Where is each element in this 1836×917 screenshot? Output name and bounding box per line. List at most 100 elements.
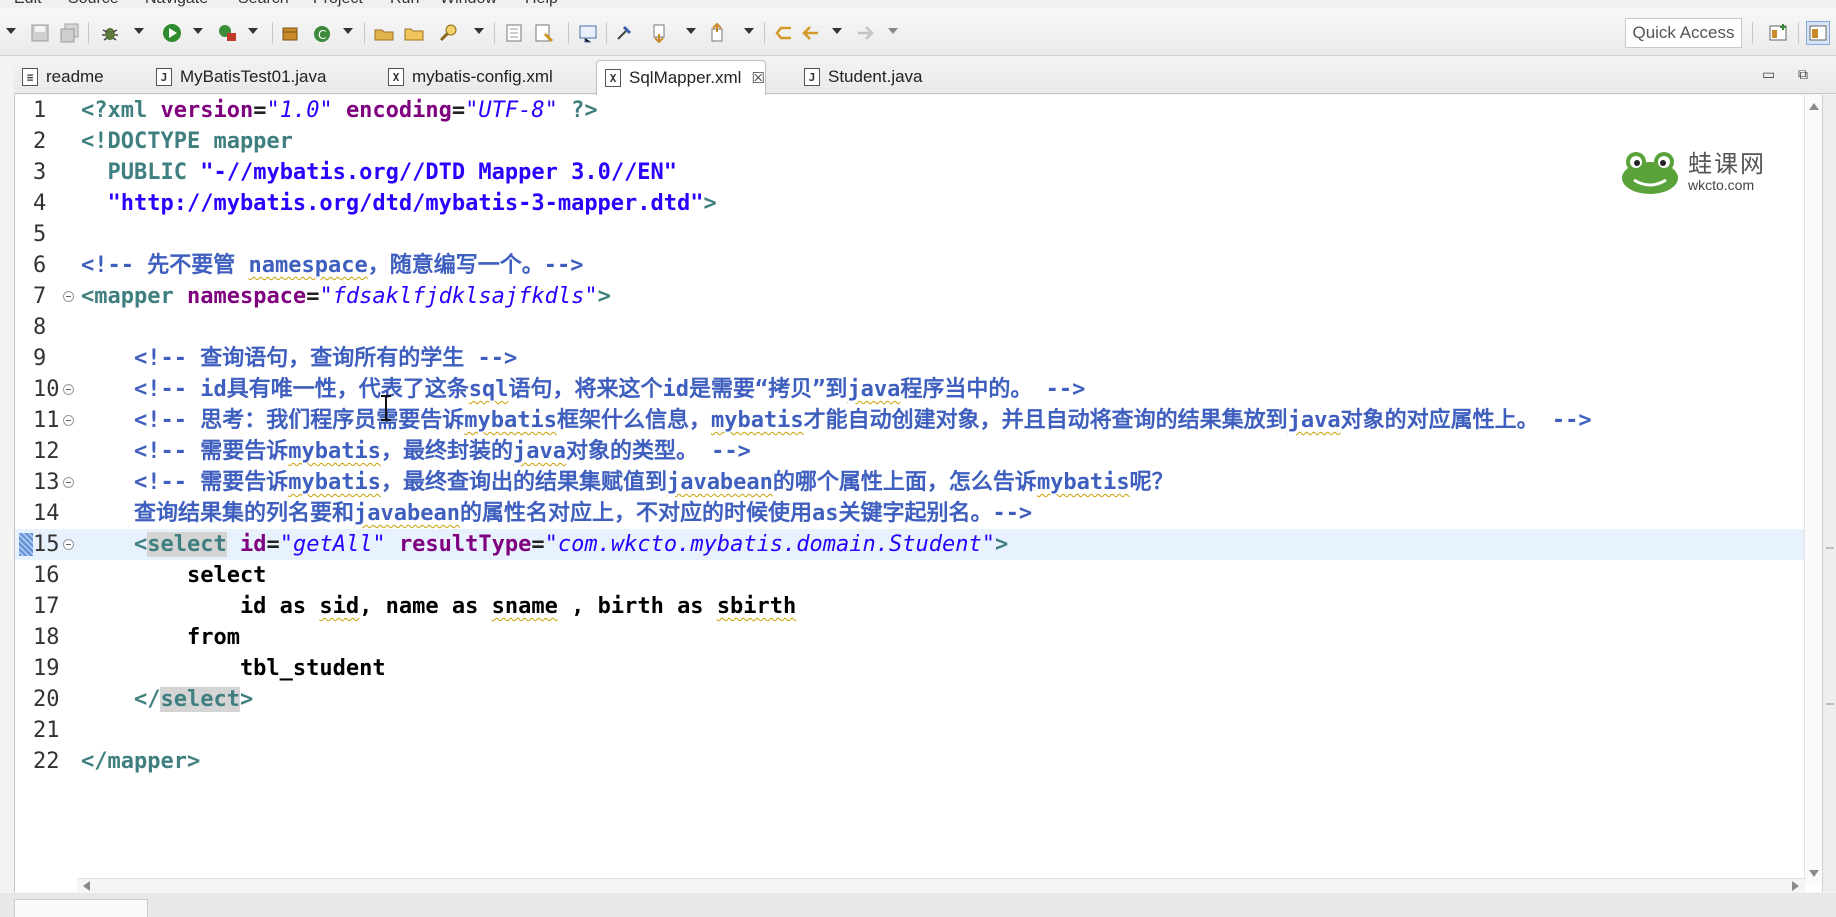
code-text: from [81,625,240,650]
tab-label: readme [46,67,104,86]
code-line: 17 id as sid, name as sname , birth as s… [15,591,1805,622]
code-line: 2 <!DOCTYPE mapper [15,126,1805,157]
code-line: 1 <?xml version="1.0" encoding="UTF-8" ?… [15,95,1805,126]
scroll-left-icon[interactable] [83,881,90,891]
forward-arrow-icon[interactable] [854,21,878,45]
overview-ruler[interactable] [1822,95,1836,892]
line-number: 14 [33,501,60,526]
forward-dropdown-icon[interactable] [888,28,898,34]
maximize-editor-icon[interactable]: ⧉ [1798,66,1808,83]
back-arrow-icon[interactable] [798,21,822,45]
code-line: 9 <!-- 查询语句，查询所有的学生 --> [15,343,1805,374]
previous-annotation-dropdown-icon[interactable] [744,28,754,34]
line-number: 8 [33,315,47,340]
tab-mybatistest01-java[interactable]: J MyBatisTest01.java [148,60,326,94]
new-java-class-dropdown-icon[interactable] [343,28,353,34]
text-cursor-icon [381,395,391,421]
tab-mybatis-config-xml[interactable]: X mybatis-config.xml [380,60,553,94]
menu-source[interactable]: Source [68,0,119,8]
toggle-breadcrumb-icon[interactable] [502,21,526,45]
code-line: 6 <!-- 先不要管 namespace，随意编写一个。--> [15,250,1805,281]
save-icon[interactable] [28,21,52,45]
tab-student-java[interactable]: J Student.java [796,60,923,94]
new-dropdown-icon[interactable] [6,28,16,34]
line-number: 20 [33,687,60,712]
code-line: 3 PUBLIC "-//mybatis.org//DTD Mapper 3.0… [15,157,1805,188]
fold-toggle-icon[interactable] [63,539,74,550]
line-number: 18 [33,625,60,650]
toggle-mark-occurrences-icon[interactable] [532,21,556,45]
next-annotation-dropdown-icon[interactable] [686,28,696,34]
code-text: </mapper> [81,749,201,774]
code-line: 18 from [15,622,1805,653]
debug-icon[interactable] [98,21,122,45]
previous-annotation-icon[interactable] [706,21,730,45]
line-number: 21 [33,718,60,743]
external-tools-dropdown-icon[interactable] [248,28,258,34]
java-ee-perspective-icon[interactable] [1806,21,1830,45]
next-annotation-icon[interactable] [648,21,672,45]
menu-edit[interactable]: Edit [14,0,42,8]
pin-editor-icon[interactable] [612,21,636,45]
line-number: 4 [33,191,47,216]
fold-toggle-icon[interactable] [63,477,74,488]
menu-navigate[interactable]: Navigate [145,0,208,8]
code-text: <!-- id具有唯一性，代表了这条sql语句，将来这个id是需要“拷贝”到ja… [81,377,1086,402]
code-line: 8 [15,312,1805,343]
last-edit-location-icon[interactable] [772,21,796,45]
java-file-icon: J [804,68,820,86]
code-text: <!-- 先不要管 namespace，随意编写一个。--> [81,253,584,278]
line-number: 9 [33,346,47,371]
scroll-up-icon[interactable] [1809,103,1819,110]
search-dropdown-icon[interactable] [474,28,484,34]
code-text: </select> [133,687,254,712]
open-perspective-icon[interactable] [1766,21,1790,45]
menu-help[interactable]: Help [525,0,558,8]
menu-project[interactable]: Project [313,0,363,8]
open-type-icon[interactable] [372,21,396,45]
tab-label: mybatis-config.xml [412,67,553,86]
code-text: tbl_student [81,656,386,681]
watermark-chinese: 蛙课网 [1688,150,1766,178]
bottom-tab[interactable] [14,899,148,917]
menu-run[interactable]: Run [390,0,419,8]
search-flashlight-icon[interactable] [436,21,460,45]
line-number: 5 [33,222,47,247]
code-text: <!DOCTYPE mapper [81,129,293,154]
external-tools-icon[interactable] [215,21,239,45]
open-folder-icon[interactable] [402,21,426,45]
new-java-package-icon[interactable] [278,21,302,45]
new-java-class-icon[interactable]: C [310,21,334,45]
menu-search[interactable]: Search [238,0,289,8]
code-line: 10 <!-- id具有唯一性，代表了这条sql语句，将来这个id是需要“拷贝”… [15,374,1805,405]
line-number: 22 [33,749,60,774]
code-line: 14 查询结果集的列名要和javabean的属性名对应上，不对应的时候使用as关… [15,498,1805,529]
line-number: 12 [33,439,60,464]
scroll-right-icon[interactable] [1792,881,1799,891]
run-dropdown-icon[interactable] [193,28,203,34]
scroll-down-icon[interactable] [1809,870,1819,877]
close-tab-icon[interactable]: ☒ [751,69,764,87]
menu-window[interactable]: Window [440,0,497,8]
vertical-scrollbar[interactable] [1804,95,1822,885]
horizontal-scrollbar[interactable] [77,878,1805,892]
code-line: 21 [15,715,1805,746]
minimize-editor-icon[interactable]: ▭ [1762,66,1775,83]
tab-readme[interactable]: ≡ readme [14,60,104,94]
code-line: 7 <mapper namespace="fdsaklfjdklsajfkdls… [15,281,1805,312]
xml-file-icon: X [388,68,404,86]
line-number: 17 [33,594,60,619]
code-text: <mapper namespace="fdsaklfjdklsajfkdls"> [81,284,611,309]
save-all-icon[interactable] [58,21,82,45]
fold-toggle-icon[interactable] [63,384,74,395]
back-dropdown-icon[interactable] [832,28,842,34]
quick-access-input[interactable]: Quick Access [1625,18,1742,48]
debug-dropdown-icon[interactable] [134,28,144,34]
xml-source-editor[interactable]: 1 <?xml version="1.0" encoding="UTF-8" ?… [14,95,1822,892]
tab-sqlmapper-xml[interactable]: X SqlMapper.xml ☒ [596,60,766,95]
fold-toggle-icon[interactable] [63,291,74,302]
code-line: 5 [15,219,1805,250]
run-icon[interactable] [160,21,184,45]
show-whitespace-icon[interactable] [576,21,600,45]
fold-toggle-icon[interactable] [63,415,74,426]
